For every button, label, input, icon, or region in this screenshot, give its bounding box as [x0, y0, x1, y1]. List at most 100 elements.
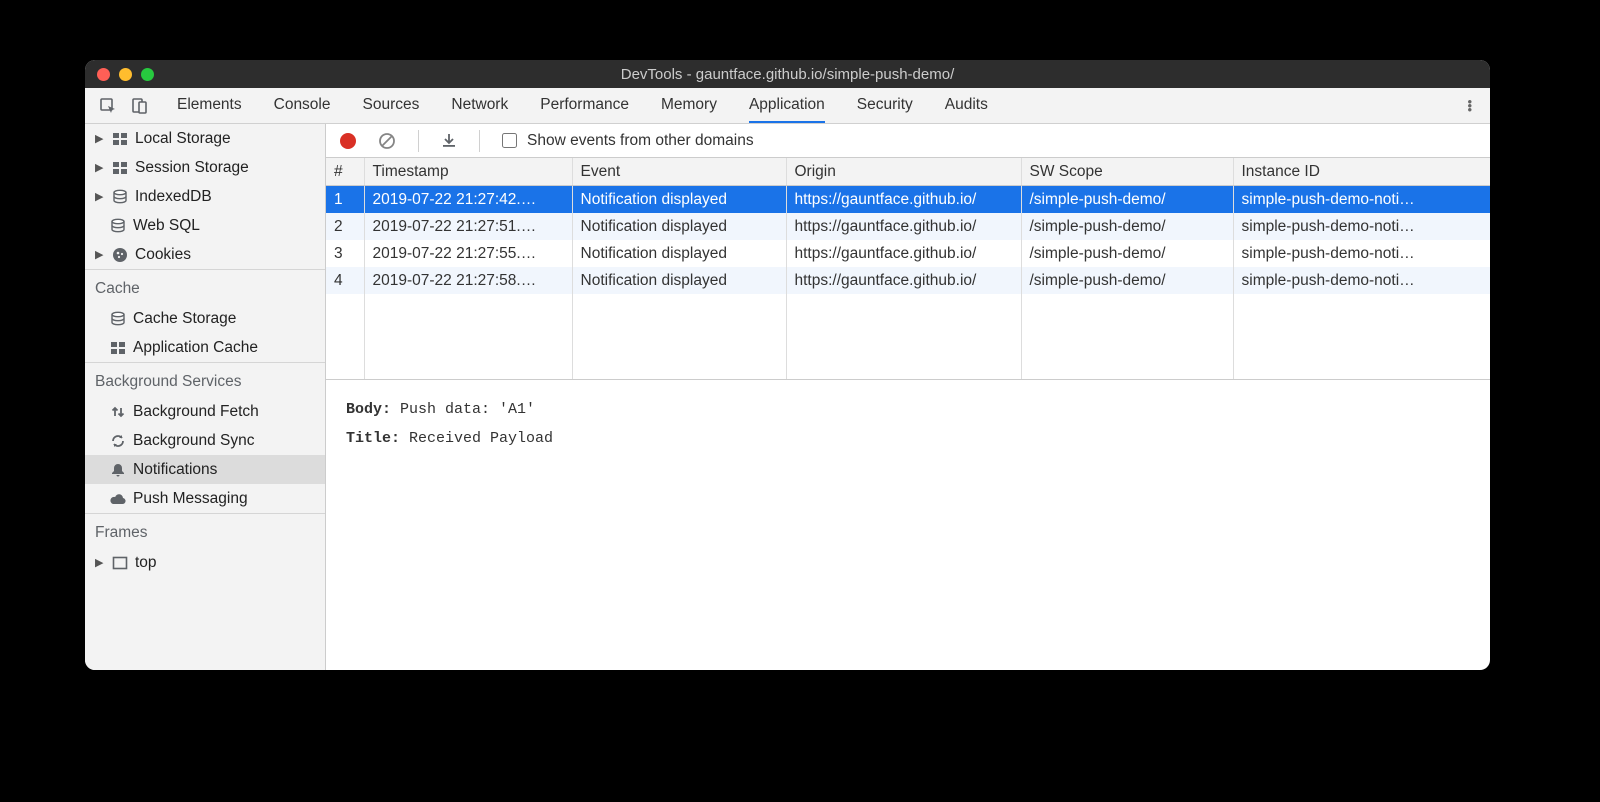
inspect-icon[interactable] — [99, 97, 117, 115]
sidebar-item-local-storage[interactable]: ▶ Local Storage — [85, 124, 325, 153]
cell-instance: simple-push-demo-noti… — [1233, 240, 1490, 267]
details-panel: Body: Push data: 'A1' Title: Received Pa… — [326, 380, 1490, 469]
sidebar-item-label: Push Messaging — [133, 490, 248, 508]
cell-instance: simple-push-demo-noti… — [1233, 186, 1490, 214]
minimize-button[interactable] — [119, 68, 132, 81]
refresh-icon — [109, 432, 127, 450]
sidebar-item-background-fetch[interactable]: Background Fetch — [85, 397, 325, 426]
cell-idx: 4 — [326, 267, 364, 294]
main-panel: Show events from other domains #Timestam… — [326, 124, 1490, 670]
sidebar-item-application-cache[interactable]: Application Cache — [85, 333, 325, 362]
toolbar: Show events from other domains — [326, 124, 1490, 158]
download-icon[interactable] — [441, 133, 457, 149]
cell-event: Notification displayed — [572, 213, 786, 240]
column-header[interactable]: Instance ID — [1233, 158, 1490, 186]
sidebar-item-label: Notifications — [133, 461, 217, 479]
cell-scope: /simple-push-demo/ — [1021, 267, 1233, 294]
title-label: Title: — [346, 430, 400, 447]
table-row[interactable]: 32019-07-22 21:27:55.…Notification displ… — [326, 240, 1490, 267]
window-title: DevTools - gauntface.github.io/simple-pu… — [85, 66, 1490, 83]
expand-icon: ▶ — [95, 190, 105, 203]
column-header[interactable]: SW Scope — [1021, 158, 1233, 186]
cell-idx: 1 — [326, 186, 364, 214]
table-row[interactable]: 42019-07-22 21:27:58.…Notification displ… — [326, 267, 1490, 294]
sidebar-item-session-storage[interactable]: ▶ Session Storage — [85, 153, 325, 182]
cell-ts: 2019-07-22 21:27:58.… — [364, 267, 572, 294]
sidebar-item-background-sync[interactable]: Background Sync — [85, 426, 325, 455]
tab-network[interactable]: Network — [451, 89, 508, 123]
cell-scope: /simple-push-demo/ — [1021, 240, 1233, 267]
expand-icon: ▶ — [95, 556, 105, 569]
grid-icon — [109, 339, 127, 357]
sidebar-item-cache-storage[interactable]: Cache Storage — [85, 304, 325, 333]
column-header[interactable]: # — [326, 158, 364, 186]
cell-event: Notification displayed — [572, 267, 786, 294]
cell-origin: https://gauntface.github.io/ — [786, 267, 1021, 294]
devtools-window: DevTools - gauntface.github.io/simple-pu… — [85, 60, 1490, 670]
show-events-checkbox[interactable]: Show events from other domains — [502, 132, 754, 150]
frame-icon — [111, 554, 129, 572]
cookie-icon — [111, 246, 129, 264]
sidebar-item-push-messaging[interactable]: Push Messaging — [85, 484, 325, 513]
cell-idx: 2 — [326, 213, 364, 240]
db-icon — [109, 217, 127, 235]
tab-security[interactable]: Security — [857, 89, 913, 123]
table-row[interactable]: 22019-07-22 21:27:51.…Notification displ… — [326, 213, 1490, 240]
tab-performance[interactable]: Performance — [540, 89, 629, 123]
sidebar-item-label: Cache Storage — [133, 310, 236, 328]
sidebar-item-indexeddb[interactable]: ▶ IndexedDB — [85, 182, 325, 211]
tab-elements[interactable]: Elements — [177, 89, 242, 123]
sidebar-item-label: Background Fetch — [133, 403, 259, 421]
devtools-tabs: Elements Console Sources Network Performance… — [85, 88, 1490, 124]
cell-instance: simple-push-demo-noti… — [1233, 267, 1490, 294]
grid-icon — [111, 159, 129, 177]
bell-icon — [109, 461, 127, 479]
db-icon — [111, 188, 129, 206]
sidebar-item-label: Web SQL — [133, 217, 200, 235]
sidebar-item-label: Background Sync — [133, 432, 255, 450]
maximize-button[interactable] — [141, 68, 154, 81]
cell-ts: 2019-07-22 21:27:51.… — [364, 213, 572, 240]
events-table: #TimestampEventOriginSW ScopeInstance ID… — [326, 158, 1490, 380]
titlebar: DevTools - gauntface.github.io/simple-pu… — [85, 60, 1490, 88]
more-menu-icon[interactable]: ••• — [1467, 100, 1472, 112]
sidebar-item-web-sql[interactable]: Web SQL — [85, 211, 325, 240]
sidebar-item-label: Local Storage — [135, 130, 231, 148]
table-row[interactable]: 12019-07-22 21:27:42.…Notification displ… — [326, 186, 1490, 214]
cell-idx: 3 — [326, 240, 364, 267]
window-controls — [85, 68, 154, 81]
body-value: Push data: 'A1' — [400, 401, 535, 418]
sidebar-item-label: Session Storage — [135, 159, 249, 177]
sidebar-item-cookies[interactable]: ▶Cookies — [85, 240, 325, 269]
sidebar: ▶ Local Storage ▶ Session Storage ▶ IndexedDB… — [85, 124, 326, 670]
sidebar-item-label: IndexedDB — [135, 188, 212, 206]
sidebar-item-top[interactable]: ▶top — [85, 548, 325, 577]
column-header[interactable]: Timestamp — [364, 158, 572, 186]
expand-icon: ▶ — [95, 132, 105, 145]
tab-console[interactable]: Console — [274, 89, 331, 123]
cell-scope: /simple-push-demo/ — [1021, 186, 1233, 214]
device-toggle-icon[interactable] — [131, 97, 149, 115]
tab-audits[interactable]: Audits — [945, 89, 988, 123]
frames-group-title: Frames — [85, 514, 325, 548]
body-label: Body: — [346, 401, 391, 418]
cell-event: Notification displayed — [572, 240, 786, 267]
close-button[interactable] — [97, 68, 110, 81]
tab-sources[interactable]: Sources — [363, 89, 420, 123]
tab-application[interactable]: Application — [749, 89, 825, 123]
column-header[interactable]: Origin — [786, 158, 1021, 186]
sidebar-item-label: Application Cache — [133, 339, 258, 357]
cell-origin: https://gauntface.github.io/ — [786, 186, 1021, 214]
cell-ts: 2019-07-22 21:27:42.… — [364, 186, 572, 214]
expand-icon: ▶ — [95, 161, 105, 174]
record-button[interactable] — [340, 133, 356, 149]
cache-group-title: Cache — [85, 270, 325, 304]
column-header[interactable]: Event — [572, 158, 786, 186]
cell-ts: 2019-07-22 21:27:55.… — [364, 240, 572, 267]
tab-memory[interactable]: Memory — [661, 89, 717, 123]
sidebar-item-notifications[interactable]: Notifications — [85, 455, 325, 484]
cell-scope: /simple-push-demo/ — [1021, 213, 1233, 240]
clear-icon[interactable] — [378, 132, 396, 150]
updown-icon — [109, 403, 127, 421]
show-events-label: Show events from other domains — [527, 132, 754, 150]
